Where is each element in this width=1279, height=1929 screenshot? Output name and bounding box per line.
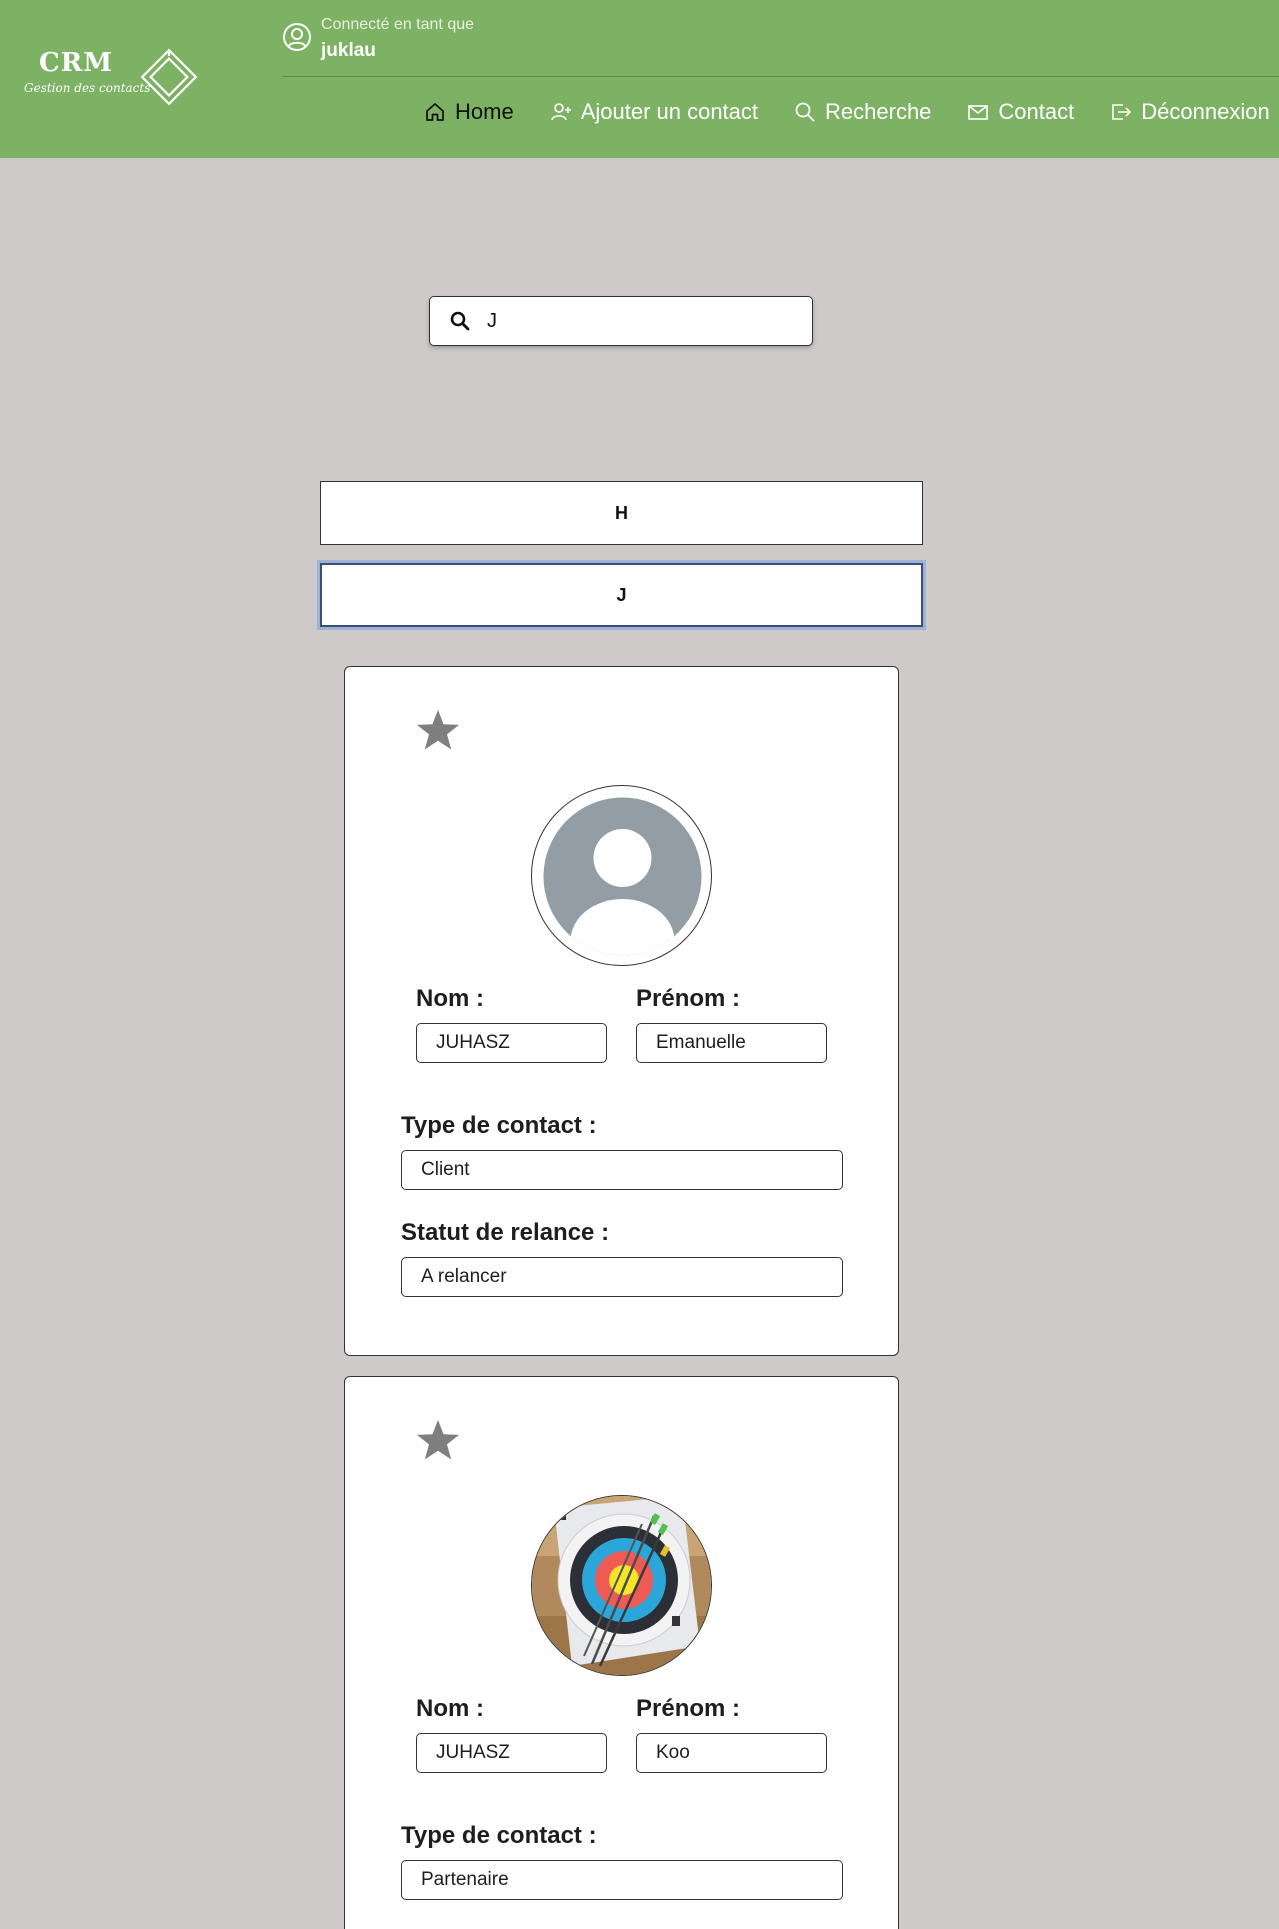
avatar [531, 785, 712, 966]
type-field[interactable] [401, 1150, 843, 1190]
nav-contact-label: Contact [998, 99, 1075, 124]
search-box[interactable] [429, 296, 813, 346]
add-user-icon [550, 103, 571, 121]
main-nav: Home Ajouter un contact Recherche Contac… [424, 96, 1270, 128]
nav-contact[interactable]: Contact [967, 99, 1074, 125]
nom-field[interactable] [416, 1023, 607, 1063]
type-label: Type de contact : [401, 1822, 597, 1849]
nom-label: Nom : [416, 1695, 484, 1722]
nav-logout[interactable]: Déconnexion [1110, 99, 1270, 125]
avatar [531, 1495, 712, 1676]
nav-home[interactable]: Home [424, 99, 514, 125]
search-input[interactable] [487, 305, 797, 337]
diamond-logo-icon [140, 48, 198, 106]
username: juklau [321, 40, 376, 61]
contact-card: Nom : Prénom : Type de contact : Statut … [344, 666, 899, 1356]
star-icon[interactable] [415, 707, 461, 753]
logged-in-caption: Connecté en tant que [321, 16, 475, 33]
logo-subtitle: Gestion des contacts [24, 81, 151, 95]
nav-logout-label: Déconnexion [1141, 99, 1270, 124]
prenom-field[interactable] [636, 1023, 827, 1063]
prenom-field[interactable] [636, 1733, 827, 1773]
default-avatar-icon [543, 797, 702, 956]
search-icon [450, 311, 470, 331]
statut-label: Statut de relance : [401, 1219, 610, 1246]
type-field[interactable] [401, 1860, 843, 1900]
nav-add-contact-label: Ajouter un contact [580, 99, 759, 124]
home-icon [426, 103, 444, 121]
app-header: CRM Gestion des contacts Connecté en tan… [0, 0, 1279, 158]
crm-logo[interactable]: CRM Gestion des contacts [24, 46, 204, 112]
search-icon [795, 102, 815, 122]
type-label: Type de contact : [401, 1112, 597, 1139]
letter-filter-h[interactable]: H [320, 481, 923, 545]
nav-add-contact[interactable]: Ajouter un contact [550, 99, 758, 125]
logout-icon [1112, 104, 1132, 120]
header-divider [282, 76, 1279, 77]
nav-search-label: Recherche [825, 99, 932, 124]
prenom-label: Prénom : [636, 1695, 741, 1722]
logo-title: CRM [38, 48, 114, 78]
logo-text: CRM Gestion des contacts [24, 46, 151, 96]
mail-icon [968, 105, 989, 120]
prenom-label: Prénom : [636, 985, 741, 1012]
star-icon[interactable] [415, 1417, 461, 1463]
user-circle-icon [283, 23, 311, 51]
letter-filter-j[interactable]: J [320, 563, 923, 627]
nav-home-label: Home [455, 99, 514, 124]
contact-card: Nom : Prénom : Type de contact : [344, 1376, 899, 1929]
nom-label: Nom : [416, 985, 484, 1012]
statut-field[interactable] [401, 1257, 843, 1297]
nom-field[interactable] [416, 1733, 607, 1773]
nav-search[interactable]: Recherche [794, 99, 931, 125]
archery-target-photo [532, 1496, 711, 1675]
